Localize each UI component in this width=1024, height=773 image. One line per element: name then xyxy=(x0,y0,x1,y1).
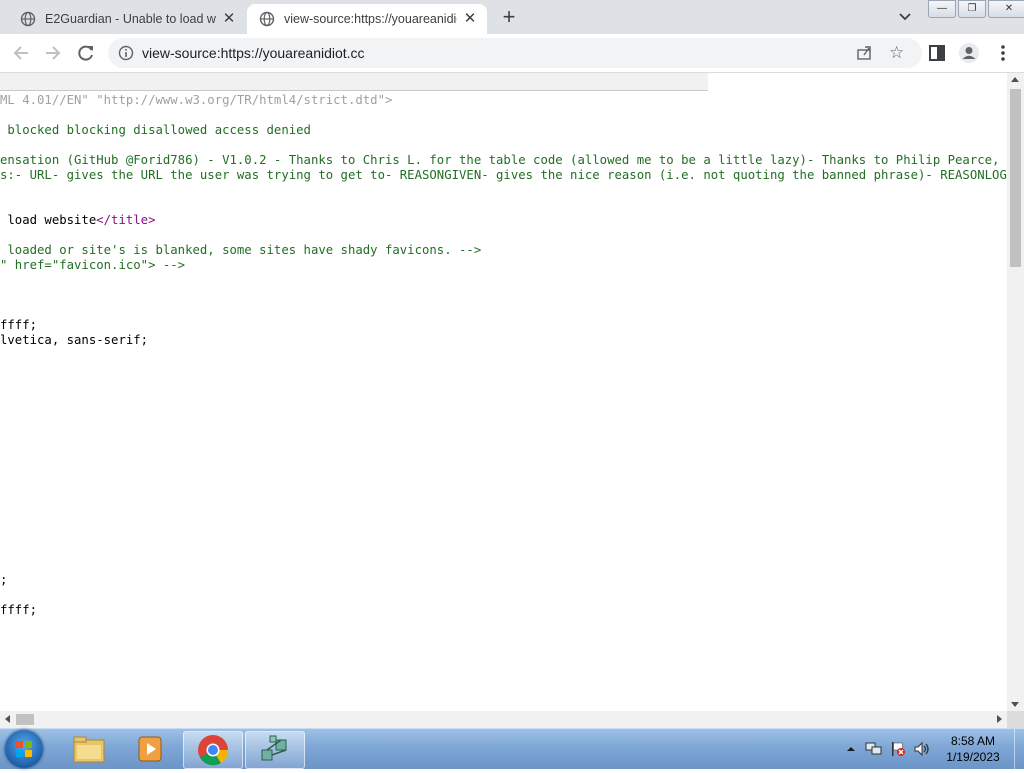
new-tab-button[interactable]: + xyxy=(498,6,520,28)
scroll-right-arrow-icon[interactable] xyxy=(997,715,1002,723)
source-line xyxy=(0,528,1007,543)
line-wrap-bar xyxy=(0,73,708,91)
source-line: lvetica, sans-serif; xyxy=(0,333,149,347)
media-player-icon xyxy=(138,736,162,762)
source-line: blocked blocking disallowed access denie… xyxy=(0,123,311,137)
globe-icon xyxy=(20,11,36,27)
scrollbar-corner xyxy=(1007,711,1024,728)
source-line: s:- URL- gives the URL the user was tryi… xyxy=(0,168,1007,182)
source-line xyxy=(0,288,1007,303)
scroll-left-arrow-icon[interactable] xyxy=(5,715,10,723)
source-line: ML 4.01//EN" "http://www.w3.org/TR/html4… xyxy=(0,93,393,107)
source-line xyxy=(0,543,1007,558)
source-line: load website</title> xyxy=(0,213,156,227)
close-tab-icon[interactable]: ✕ xyxy=(461,10,479,28)
source-line xyxy=(0,348,1007,363)
volume-icon[interactable] xyxy=(912,740,932,758)
source-line: ffff; xyxy=(0,318,38,332)
source-line xyxy=(0,483,1007,498)
minimize-button[interactable]: — xyxy=(928,0,956,18)
source-line xyxy=(0,513,1007,528)
source-line xyxy=(0,498,1007,513)
source-line xyxy=(0,363,1007,378)
taskbar-network-app[interactable] xyxy=(245,731,305,769)
tab-title: view-source:https://youareanidio xyxy=(284,12,457,26)
vertical-scrollbar[interactable] xyxy=(1007,73,1024,711)
url-text[interactable]: view-source:https://youareanidiot.cc xyxy=(142,45,365,61)
system-clock[interactable]: 8:58 AM 1/19/2023 xyxy=(938,733,1008,765)
close-tab-icon[interactable]: ✕ xyxy=(220,10,238,28)
window-close-button[interactable]: ✕ xyxy=(988,0,1024,18)
kebab-menu-icon[interactable] xyxy=(992,42,1014,64)
clock-date: 1/19/2023 xyxy=(946,750,1000,764)
chevron-down-icon[interactable] xyxy=(896,8,914,26)
reload-icon[interactable] xyxy=(75,42,97,64)
source-line xyxy=(0,378,1007,393)
source-line: ffff; xyxy=(0,603,38,617)
source-line xyxy=(0,393,1007,408)
scroll-thumb[interactable] xyxy=(1010,89,1021,267)
system-tray xyxy=(844,739,932,759)
info-icon[interactable] xyxy=(118,45,134,61)
taskbar-file-explorer[interactable] xyxy=(60,731,118,767)
source-line xyxy=(0,273,1007,288)
horizontal-scrollbar[interactable] xyxy=(0,711,1007,728)
source-line xyxy=(0,408,1007,423)
tab-e2guardian[interactable]: E2Guardian - Unable to load web ✕ xyxy=(8,4,246,34)
address-bar[interactable]: view-source:https://youareanidiot.cc ☆ xyxy=(108,38,922,68)
side-panel-icon[interactable] xyxy=(926,42,948,64)
scroll-thumb[interactable] xyxy=(16,714,34,725)
source-line xyxy=(0,423,1007,438)
source-line xyxy=(0,138,1007,153)
taskbar-media-player[interactable] xyxy=(122,731,180,767)
source-line: loaded or site's is blanked, some sites … xyxy=(0,243,482,257)
source-line xyxy=(0,228,1007,243)
start-button[interactable] xyxy=(5,730,43,768)
source-line: " href="favicon.ico"> --> xyxy=(0,258,186,272)
globe-icon xyxy=(259,11,275,27)
source-line xyxy=(0,303,1007,318)
windows-logo-icon xyxy=(16,741,32,757)
forward-arrow-icon[interactable] xyxy=(42,42,64,64)
chrome-icon xyxy=(198,735,229,766)
restore-button[interactable]: ❐ xyxy=(958,0,986,18)
source-line: ; xyxy=(0,573,8,587)
scroll-down-arrow-icon[interactable] xyxy=(1011,702,1019,707)
profile-avatar-icon[interactable] xyxy=(958,42,980,64)
back-arrow-icon[interactable] xyxy=(10,42,32,64)
action-center-flag-icon[interactable] xyxy=(888,740,908,758)
scroll-up-arrow-icon[interactable] xyxy=(1011,77,1019,82)
source-line xyxy=(0,438,1007,453)
show-desktop-button[interactable] xyxy=(1014,729,1024,769)
source-line xyxy=(0,183,1007,198)
source-line xyxy=(0,468,1007,483)
windows-taskbar: 8:58 AM 1/19/2023 xyxy=(0,728,1024,769)
source-line xyxy=(0,198,1007,213)
tab-strip: E2Guardian - Unable to load web ✕ view-s… xyxy=(0,0,1024,34)
clock-time: 8:58 AM xyxy=(950,734,996,748)
folder-icon xyxy=(73,736,105,763)
source-line xyxy=(0,558,1007,573)
browser-toolbar: view-source:https://youareanidiot.cc ☆ xyxy=(0,34,1024,73)
tab-title: E2Guardian - Unable to load web xyxy=(45,12,216,26)
window-controls: — ❐ ✕ xyxy=(928,0,1024,18)
source-line xyxy=(0,453,1007,468)
share-icon[interactable] xyxy=(856,45,872,61)
bookmark-star-icon[interactable]: ☆ xyxy=(889,43,904,63)
network-icon[interactable] xyxy=(864,740,884,758)
tab-view-source[interactable]: view-source:https://youareanidio ✕ xyxy=(247,4,487,34)
source-line xyxy=(0,108,1007,123)
network-cubes-icon xyxy=(261,735,287,761)
page-source-view: ML 4.01//EN" "http://www.w3.org/TR/html4… xyxy=(0,73,1007,711)
show-hidden-icons-icon[interactable] xyxy=(844,742,858,756)
source-code: ML 4.01//EN" "http://www.w3.org/TR/html4… xyxy=(0,93,1007,618)
source-line: ensation (GitHub @Forid786) - V1.0.2 - T… xyxy=(0,153,1007,167)
source-line xyxy=(0,588,1007,603)
taskbar-chrome[interactable] xyxy=(183,731,243,769)
